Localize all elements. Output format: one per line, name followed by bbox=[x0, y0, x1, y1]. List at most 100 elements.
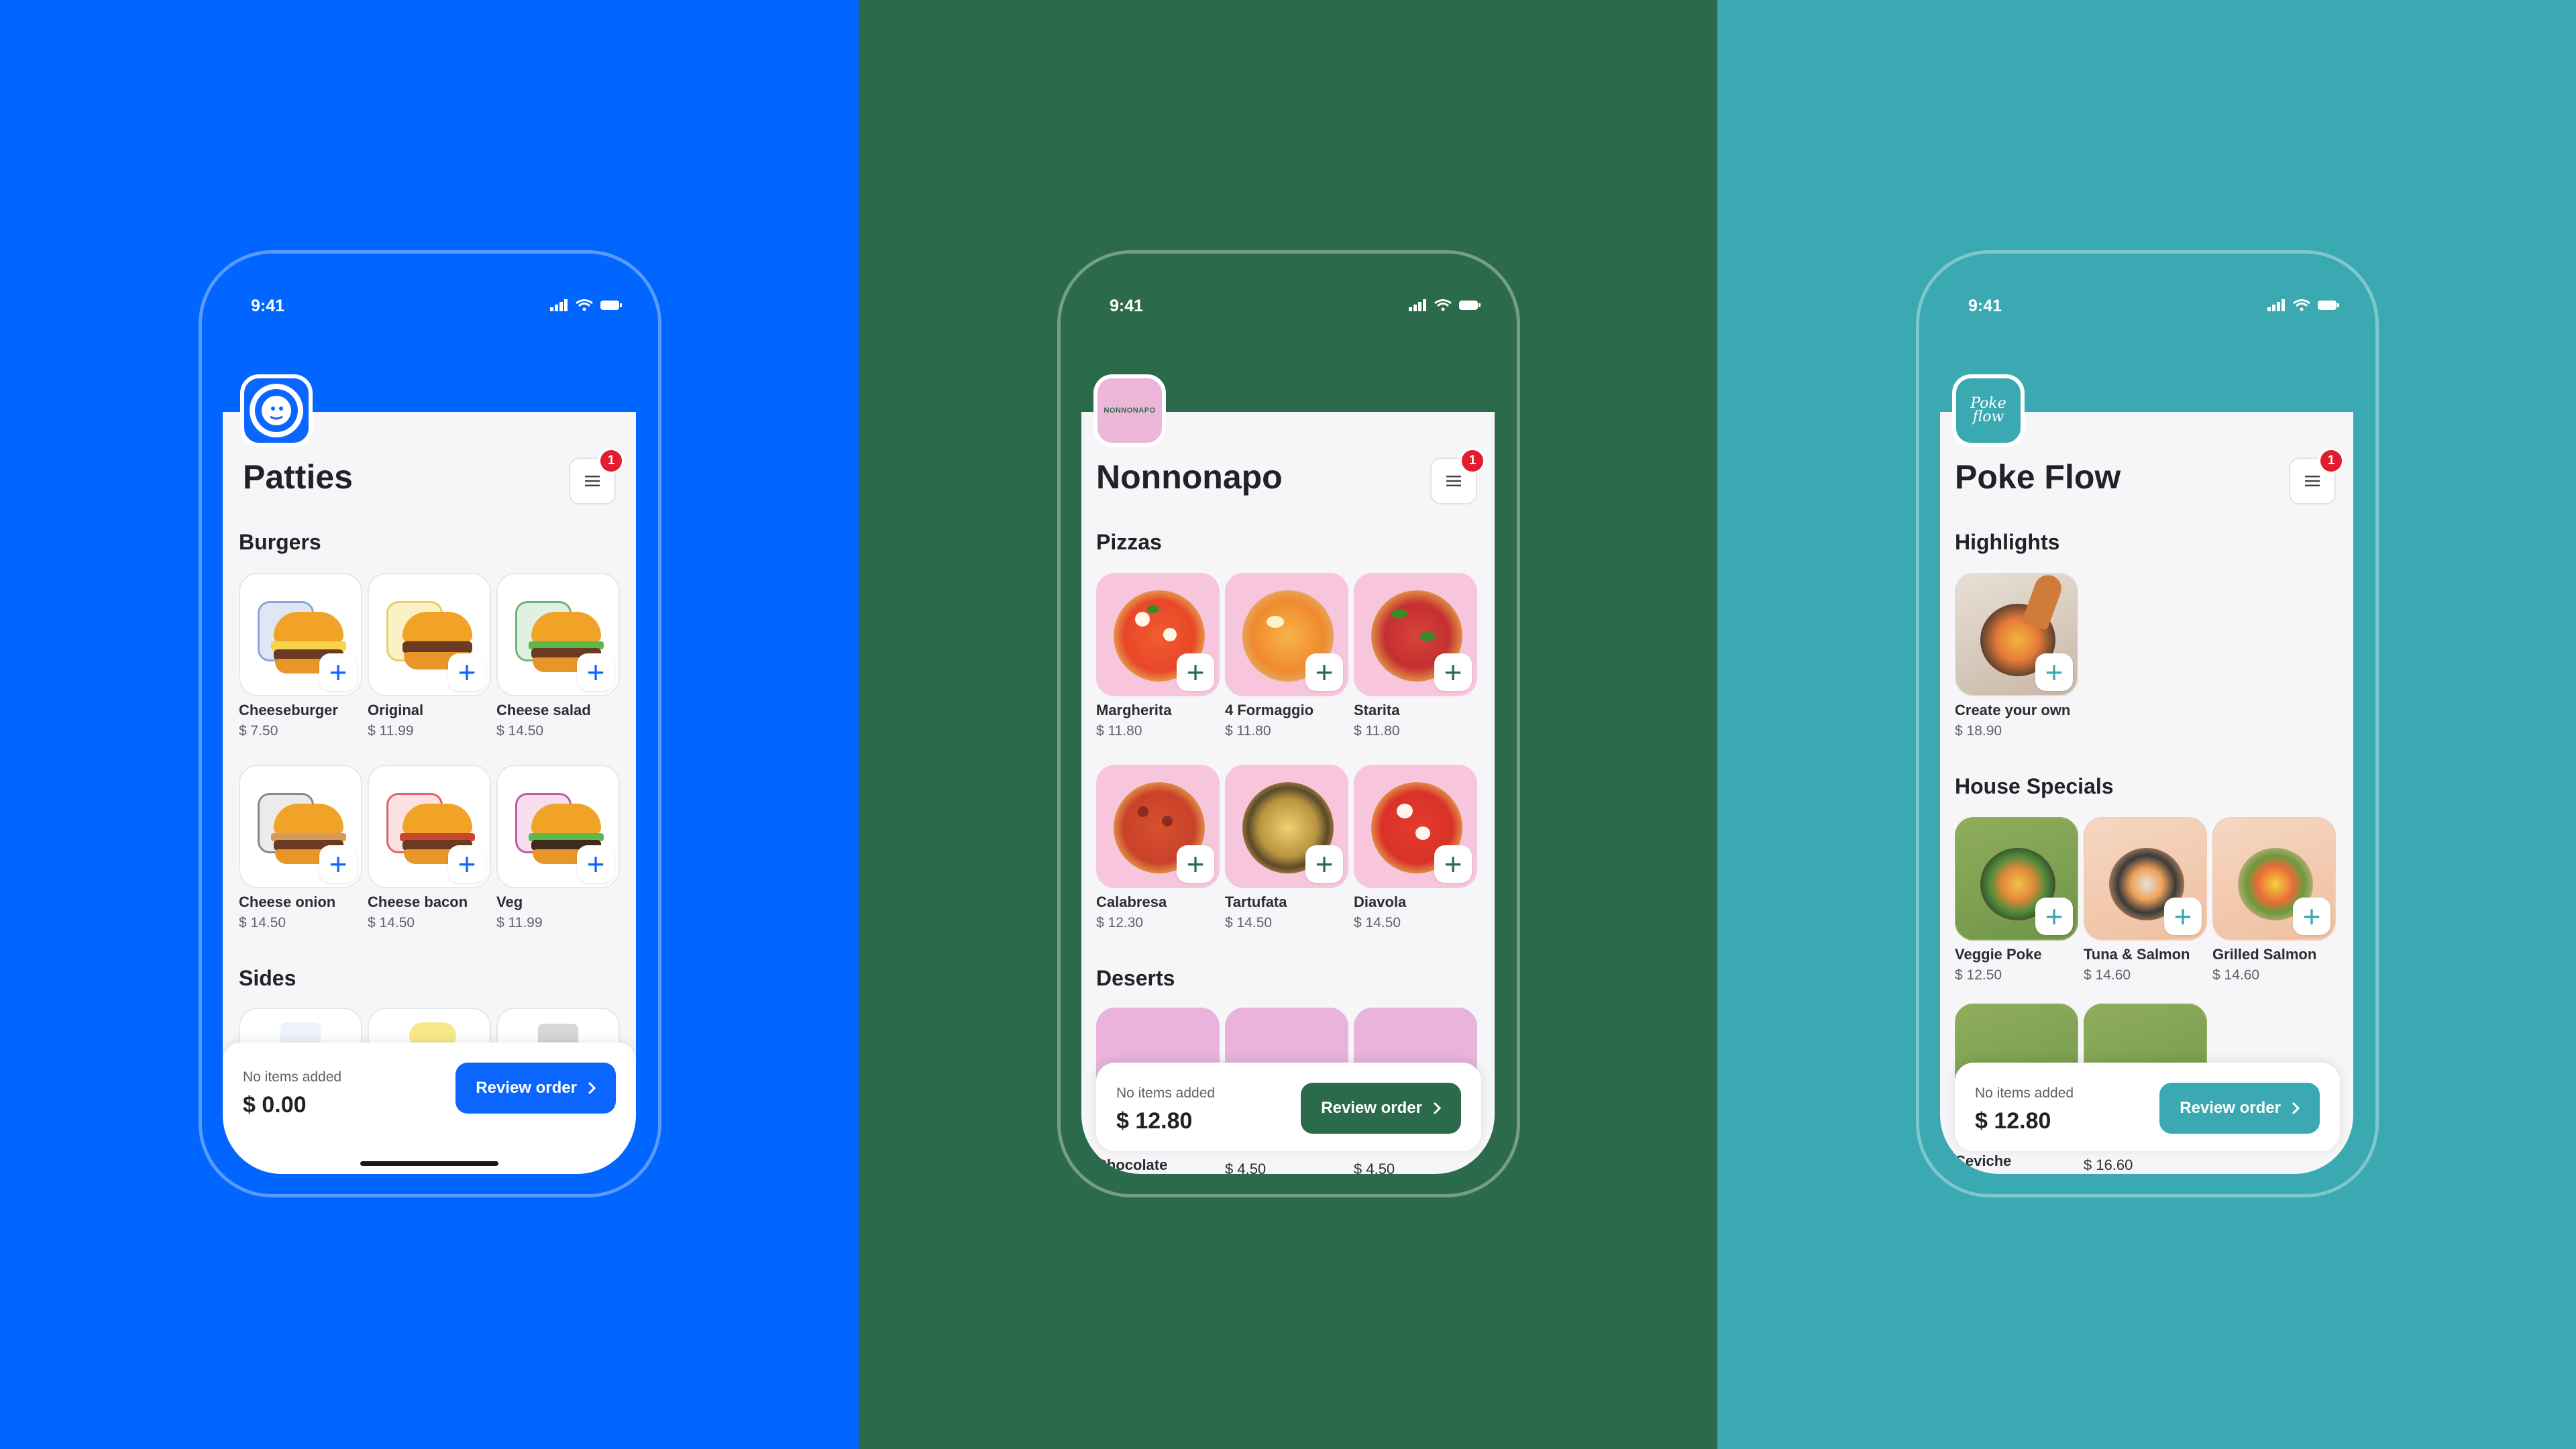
nonnonapo-panel: 9:41 NONNONAPO Nonnonapo 1 Pizzas + Marg… bbox=[859, 0, 1717, 1449]
order-total: $ 12.80 bbox=[1116, 1108, 1193, 1134]
menu-item-card[interactable]: + Create your own $ 18.90 bbox=[1955, 573, 2078, 739]
page-title: Poke Flow bbox=[1955, 458, 2121, 496]
item-price: $ 18.90 bbox=[1955, 723, 2002, 739]
add-item-button[interactable]: + bbox=[1177, 653, 1214, 691]
menu-item-card[interactable]: + 4 Formaggio $ 11.80 bbox=[1225, 573, 1348, 739]
order-summary-bar: No items added $ 12.80 Review order bbox=[1096, 1063, 1481, 1151]
cart-count-badge: 1 bbox=[2318, 448, 2344, 474]
item-image: + bbox=[1225, 765, 1348, 888]
add-item-button[interactable]: + bbox=[577, 845, 614, 883]
add-item-button[interactable]: + bbox=[448, 653, 486, 691]
order-status-label: No items added bbox=[1116, 1085, 1216, 1101]
item-name: Tuna & Salmon bbox=[2084, 946, 2190, 963]
order-menu-button[interactable]: 1 bbox=[569, 448, 624, 504]
add-item-button[interactable]: + bbox=[1305, 845, 1343, 883]
status-bar: 9:41 bbox=[224, 295, 635, 322]
item-name: Cheese onion bbox=[239, 894, 336, 910]
item-price: $ 11.80 bbox=[1225, 723, 1271, 739]
item-image: + bbox=[2084, 817, 2207, 941]
add-item-button[interactable]: + bbox=[577, 653, 614, 691]
section-title: Sides bbox=[239, 966, 297, 990]
menu-item-card[interactable]: + Tartufata $ 14.50 bbox=[1225, 765, 1348, 931]
menu-item-card[interactable]: + Cheese bacon $ 14.50 bbox=[368, 765, 491, 931]
item-price: $ 14.60 bbox=[2212, 967, 2260, 983]
add-item-button[interactable]: + bbox=[1177, 845, 1214, 883]
item-price: $ 4.50 bbox=[1354, 1161, 1395, 1174]
item-name: Starita bbox=[1354, 702, 1400, 718]
item-image: + bbox=[239, 765, 362, 888]
menu-item-card[interactable]: + Veggie Poke $ 12.50 bbox=[1955, 817, 2078, 983]
app-screen: Patties 1 Burgers + Cheeseburger $ 7.50 bbox=[223, 412, 636, 1174]
signal-icon bbox=[550, 299, 568, 311]
menu-icon bbox=[2305, 476, 2320, 486]
item-image: + bbox=[368, 573, 491, 696]
review-order-label: Review order bbox=[1321, 1099, 1422, 1117]
menu-item-card[interactable]: + Veg $ 11.99 bbox=[496, 765, 620, 931]
item-price: $ 11.80 bbox=[1354, 723, 1400, 739]
item-name: Margherita bbox=[1096, 702, 1172, 718]
item-price: $ 14.50 bbox=[368, 915, 415, 930]
page-title: Nonnonapo bbox=[1096, 458, 1283, 496]
item-name: Ceviche bbox=[1955, 1152, 2012, 1169]
item-image: + bbox=[239, 573, 362, 696]
item-image: + bbox=[1354, 573, 1477, 696]
menu-item-card[interactable]: + Calabresa $ 12.30 bbox=[1096, 765, 1220, 931]
item-price: $ 7.50 bbox=[239, 723, 278, 739]
add-item-button[interactable]: + bbox=[2164, 898, 2202, 935]
menu-item-card[interactable]: + Grilled Salmon $ 14.60 bbox=[2212, 817, 2336, 983]
review-order-button[interactable]: Review order bbox=[455, 1063, 616, 1114]
wifi-icon bbox=[1434, 299, 1452, 311]
order-status-label: No items added bbox=[1975, 1085, 2074, 1101]
order-status-label: No items added bbox=[243, 1069, 342, 1085]
order-menu-button[interactable]: 1 bbox=[1430, 448, 1485, 504]
item-image: + bbox=[496, 765, 620, 888]
signal-icon bbox=[2267, 299, 2285, 311]
menu-item-card[interactable]: + Starita $ 11.80 bbox=[1354, 573, 1477, 739]
menu-item-card[interactable]: + Original $ 11.99 bbox=[368, 573, 491, 739]
order-summary-bar: No items added $ 0.00 Review order bbox=[223, 1042, 636, 1174]
battery-icon bbox=[1459, 301, 1481, 310]
add-item-button[interactable]: + bbox=[2293, 898, 2330, 935]
order-menu-button[interactable]: 1 bbox=[2289, 448, 2344, 504]
item-name: Cheese bacon bbox=[368, 894, 468, 910]
add-item-button[interactable]: + bbox=[448, 845, 486, 883]
add-item-button[interactable]: + bbox=[319, 845, 357, 883]
menu-item-card[interactable]: + Cheese salad $ 14.50 bbox=[496, 573, 620, 739]
menu-icon bbox=[585, 476, 600, 486]
review-order-button[interactable]: Review order bbox=[1301, 1083, 1461, 1134]
order-total: $ 0.00 bbox=[243, 1092, 307, 1118]
battery-icon bbox=[600, 301, 622, 310]
add-item-button[interactable]: + bbox=[2035, 898, 2073, 935]
add-item-button[interactable]: + bbox=[319, 653, 357, 691]
item-price: $ 16.60 bbox=[2084, 1157, 2133, 1173]
status-time: 9:41 bbox=[251, 297, 285, 315]
menu-item-card[interactable]: + Diavola $ 14.50 bbox=[1354, 765, 1477, 931]
review-order-button[interactable]: Review order bbox=[2159, 1083, 2320, 1134]
menu-item-card[interactable]: + Cheese onion $ 14.50 bbox=[239, 765, 362, 931]
item-price: $ 4.50 bbox=[1225, 1161, 1267, 1174]
cart-count-badge: 1 bbox=[598, 448, 624, 474]
add-item-button[interactable]: + bbox=[2035, 653, 2073, 691]
menu-item-card[interactable]: + Tuna & Salmon $ 14.60 bbox=[2084, 817, 2207, 983]
item-image: + bbox=[1096, 765, 1220, 888]
item-image: + bbox=[368, 765, 491, 888]
patties-panel: 9:41 Patties 1 Burgers + Cheeseburger $ … bbox=[0, 0, 859, 1449]
review-order-label: Review order bbox=[476, 1079, 577, 1097]
review-order-label: Review order bbox=[2180, 1099, 2281, 1117]
cart-count-badge: 1 bbox=[1460, 448, 1485, 474]
item-price: $ 11.80 bbox=[1096, 723, 1142, 739]
item-image: + bbox=[1955, 573, 2078, 696]
status-bar: 9:41 bbox=[1083, 295, 1493, 322]
section-title: Pizzas bbox=[1096, 530, 1162, 554]
menu-item-card[interactable]: + Cheeseburger $ 7.50 bbox=[239, 573, 362, 739]
pokeflow-panel: 9:41 Poke flow Poke Flow 1 Highlights + … bbox=[1717, 0, 2576, 1449]
home-indicator[interactable] bbox=[360, 1161, 498, 1166]
add-item-button[interactable]: + bbox=[1434, 845, 1472, 883]
item-image: + bbox=[1225, 573, 1348, 696]
nonnonapo-logo: NONNONAPO bbox=[1093, 374, 1166, 447]
item-name: Veg bbox=[496, 894, 523, 910]
add-item-button[interactable]: + bbox=[1305, 653, 1343, 691]
item-image: + bbox=[1955, 817, 2078, 941]
add-item-button[interactable]: + bbox=[1434, 653, 1472, 691]
menu-item-card[interactable]: + Margherita $ 11.80 bbox=[1096, 573, 1220, 739]
